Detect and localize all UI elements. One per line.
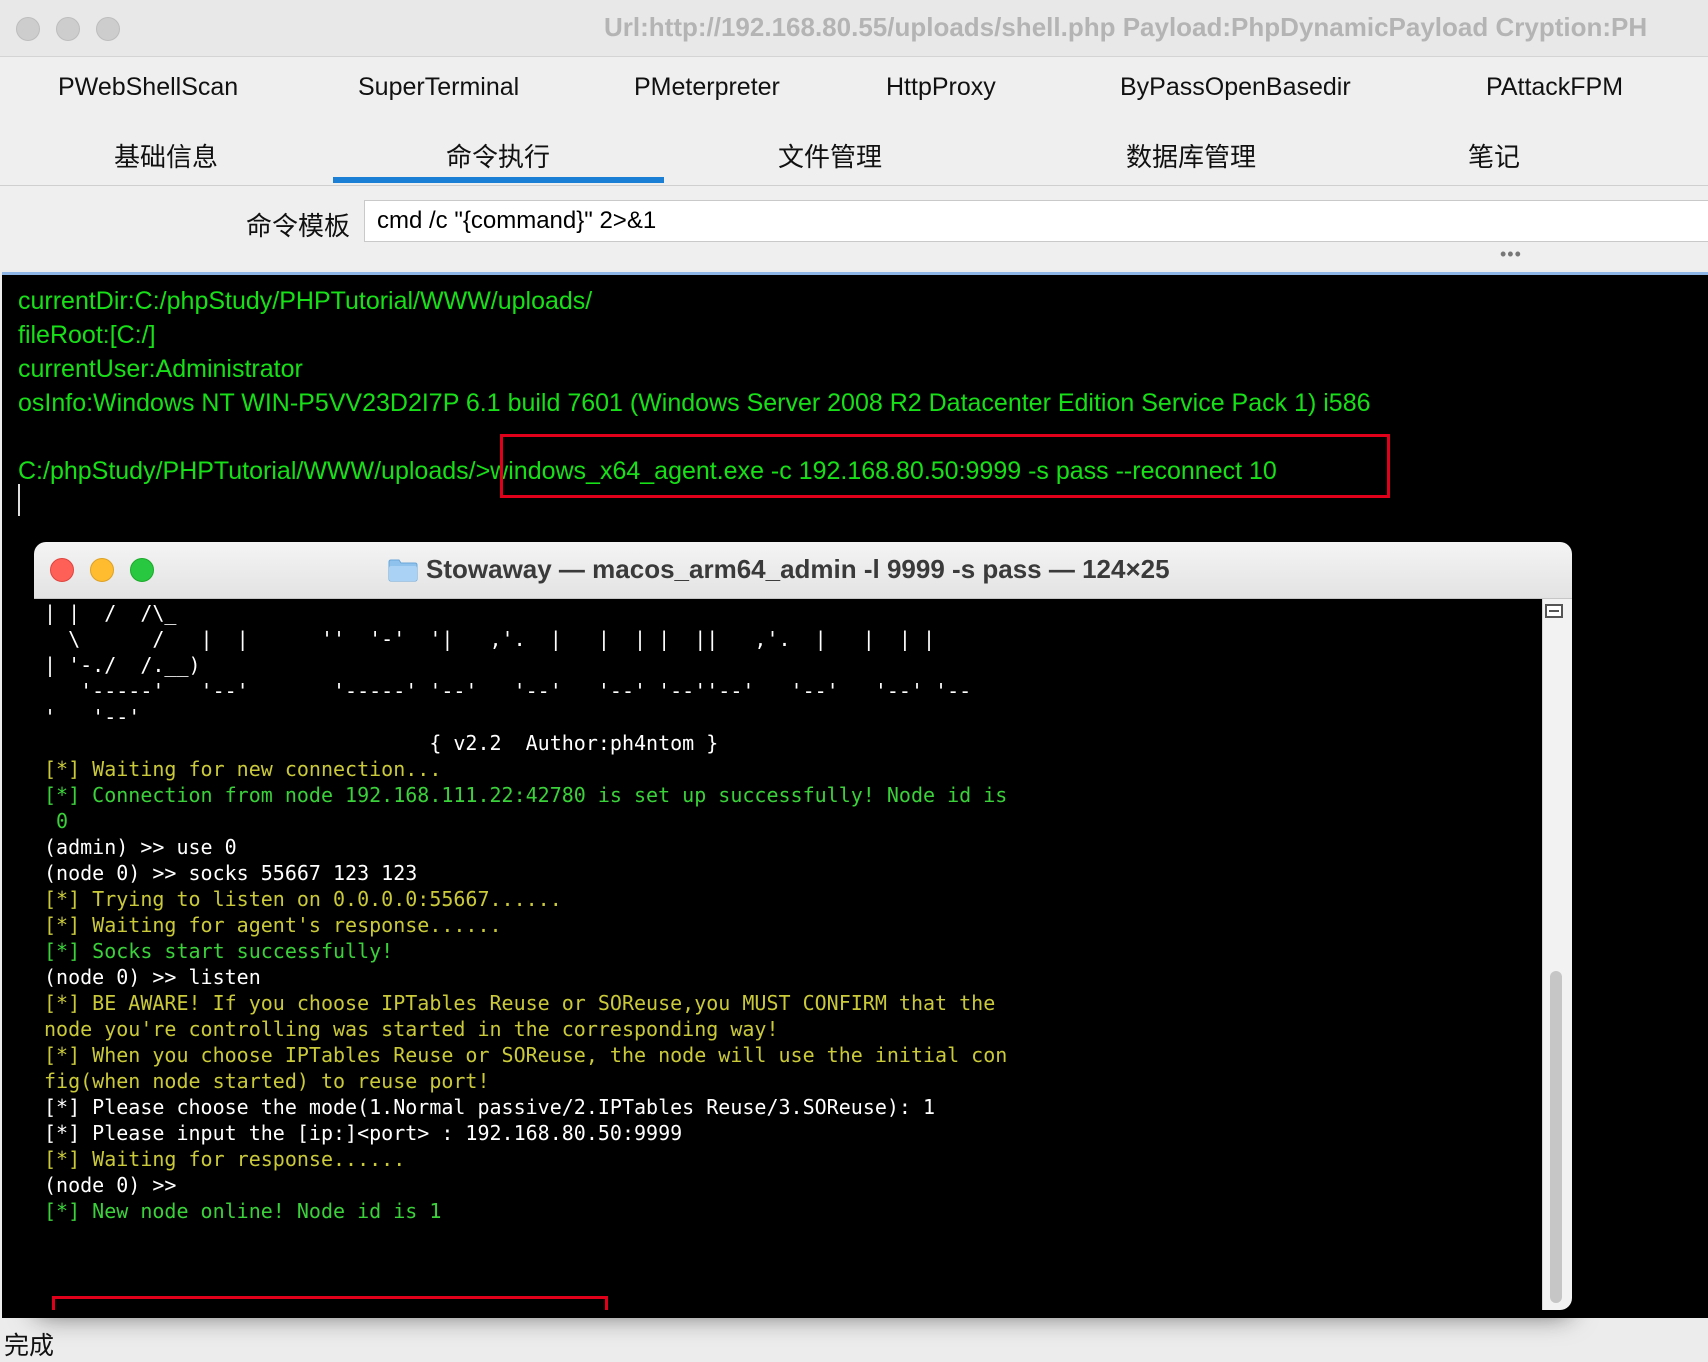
scrollbar-menu-icon[interactable]: [1545, 604, 1563, 618]
stowaway-line: [*] Socks start successfully!: [44, 939, 394, 963]
stowaway-line: node you're controlling was started in t…: [44, 1017, 779, 1041]
window-titlebar: Url:http://192.168.80.55/uploads/shell.p…: [0, 0, 1708, 57]
tab-basic-info[interactable]: 基础信息: [114, 137, 218, 174]
close-icon[interactable]: [50, 558, 74, 582]
stowaway-line: (node 0) >>: [44, 1173, 177, 1197]
command-template-input[interactable]: [364, 200, 1708, 242]
tab-command-exec[interactable]: 命令执行: [446, 137, 550, 174]
menu-httpproxy[interactable]: HttpProxy: [886, 73, 996, 102]
function-tabbar: 基础信息 命令执行 文件管理 数据库管理 笔记: [0, 119, 1708, 186]
command-template-label: 命令模板: [246, 211, 351, 241]
stowaway-line: { v2.2 Author:ph4ntom }: [44, 731, 719, 755]
terminal-line-fileroot: fileRoot:[C:/]: [18, 321, 156, 349]
menu-bypassopenbasedir[interactable]: ByPassOpenBasedir: [1120, 73, 1351, 102]
zoom-icon[interactable]: [130, 558, 154, 582]
stowaway-line: | '-./ /.__): [44, 653, 201, 677]
stowaway-line: 0: [44, 809, 69, 833]
terminal-line-osinfo: osInfo:Windows NT WIN-P5VV23D2I7P 6.1 bu…: [18, 389, 1371, 417]
active-tab-indicator: [333, 177, 664, 183]
minimize-window-button[interactable]: [56, 17, 80, 41]
stowaway-line: [*] Connection from node 192.168.111.22:…: [44, 783, 1008, 807]
stowaway-line: ' '--': [44, 705, 141, 729]
new-node-highlight-box: [52, 1296, 608, 1310]
stowaway-line: [*] Please input the [ip:]<port> : 192.1…: [44, 1121, 683, 1145]
folder-icon: [388, 559, 418, 582]
tab-notes[interactable]: 笔记: [1468, 137, 1520, 174]
menu-superterminal[interactable]: SuperTerminal: [358, 73, 519, 102]
stowaway-titlebar: Stowaway — macos_arm64_admin -l 9999 -s …: [34, 542, 1572, 599]
terminal-caret: [18, 484, 20, 516]
tab-file-manager[interactable]: 文件管理: [778, 137, 882, 174]
zoom-window-button[interactable]: [96, 17, 120, 41]
stowaway-terminal-window[interactable]: Stowaway — macos_arm64_admin -l 9999 -s …: [34, 542, 1572, 1310]
stowaway-line: fig(when node started) to reuse port!: [44, 1069, 490, 1093]
stowaway-line: (admin) >> use 0: [44, 835, 237, 859]
stowaway-line: (node 0) >> socks 55667 123 123: [44, 861, 418, 885]
plugin-menubar: PWebShellScan SuperTerminal PMeterpreter…: [0, 57, 1708, 119]
stowaway-line: [*] Waiting for agent's response......: [44, 913, 502, 937]
minimize-icon[interactable]: [90, 558, 114, 582]
stowaway-line: [*] New node online! Node id is 1: [44, 1199, 442, 1223]
menu-pwebshellscan[interactable]: PWebShellScan: [58, 73, 238, 102]
stowaway-line: [*] Trying to listen on 0.0.0.0:55667...…: [44, 887, 562, 911]
terminal-prompt-path: C:/phpStudy/PHPTutorial/WWW/uploads/: [18, 457, 476, 485]
menu-pattackfpm[interactable]: PAttackFPM: [1486, 73, 1623, 102]
stowaway-output[interactable]: | | / /\_ \ / | | '' '-' '| ,'. | | | | …: [34, 599, 1572, 1310]
stowaway-line: \ / | | '' '-' '| ,'. | | | | || ,'. | |…: [44, 627, 936, 651]
splitter-handle[interactable]: •••: [1500, 244, 1522, 265]
close-window-button[interactable]: [16, 17, 40, 41]
terminal-line-currentuser: currentUser:Administrator: [18, 355, 303, 383]
stowaway-line: '-----' '--' '-----' '--' '--' '--' '--'…: [44, 679, 972, 703]
scrollbar-thumb[interactable]: [1550, 971, 1562, 1303]
stowaway-line: [*] Please choose the mode(1.Normal pass…: [44, 1095, 936, 1119]
stowaway-title: Stowaway — macos_arm64_admin -l 9999 -s …: [426, 554, 1170, 584]
stowaway-line: [*] BE AWARE! If you choose IPTables Reu…: [44, 991, 996, 1015]
stowaway-line: [*] Waiting for response......: [44, 1147, 406, 1171]
status-text: 完成: [4, 1332, 55, 1360]
status-bar: 完成: [0, 1318, 1708, 1360]
stowaway-line: (node 0) >> listen: [44, 965, 261, 989]
menu-pmeterpreter[interactable]: PMeterpreter: [634, 73, 780, 102]
window-title: Url:http://192.168.80.55/uploads/shell.p…: [604, 12, 1648, 42]
tab-database-manager[interactable]: 数据库管理: [1126, 137, 1256, 174]
stowaway-line: | | / /\_: [44, 601, 177, 625]
stowaway-line: [*] Waiting for new connection...: [44, 757, 442, 781]
terminal-line-currentdir: currentDir:C:/phpStudy/PHPTutorial/WWW/u…: [18, 287, 593, 315]
stowaway-line: [*] When you choose IPTables Reuse or SO…: [44, 1043, 1008, 1067]
command-highlight-box: [500, 434, 1390, 498]
command-template-row: 命令模板 •••: [0, 186, 1708, 270]
